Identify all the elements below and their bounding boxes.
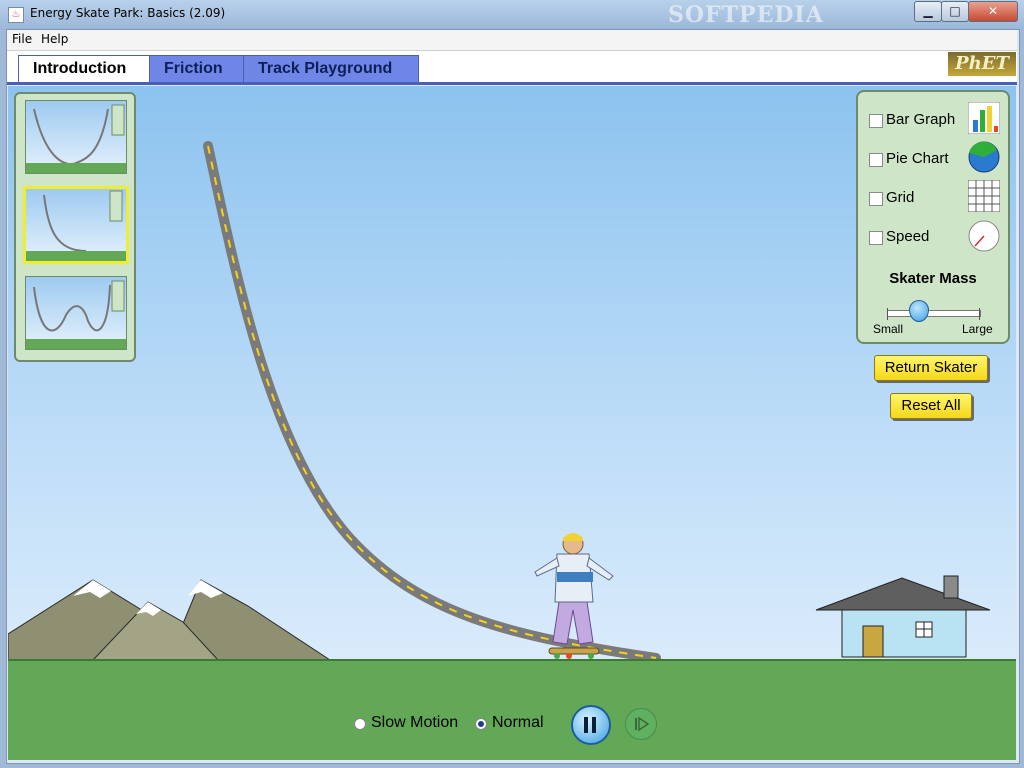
bar-graph-label[interactable]: Bar Graph bbox=[886, 111, 955, 128]
speed-checkbox[interactable] bbox=[869, 231, 883, 245]
thumbnail-track-3[interactable] bbox=[25, 276, 127, 350]
return-skater-button[interactable]: Return Skater bbox=[874, 355, 988, 381]
bar-graph-icon bbox=[968, 102, 1000, 134]
normal-label[interactable]: Normal bbox=[492, 714, 544, 732]
window-titlebar[interactable]: ♨ Energy Skate Park: Basics (2.09) SOFTP… bbox=[0, 0, 1024, 30]
skater-mass-min-label: Small bbox=[873, 322, 904, 336]
thumbnail-ground bbox=[26, 251, 126, 261]
skater-mass-title: Skater Mass bbox=[889, 270, 977, 287]
pie-chart-checkbox[interactable] bbox=[869, 153, 883, 167]
grid-label[interactable]: Grid bbox=[886, 189, 914, 206]
thumbnail-ground bbox=[26, 163, 126, 173]
window-title: Energy Skate Park: Basics (2.09) bbox=[30, 6, 226, 20]
menu-help[interactable]: Help bbox=[41, 32, 68, 46]
menu-file[interactable]: File bbox=[12, 32, 32, 46]
grid-icon bbox=[968, 180, 1000, 212]
ground bbox=[8, 659, 1016, 760]
pause-button[interactable] bbox=[571, 705, 611, 745]
pie-chart-label[interactable]: Pie Chart bbox=[886, 150, 949, 167]
tab-underline bbox=[7, 82, 1017, 85]
thumbnail-ground bbox=[26, 339, 126, 349]
speed-label[interactable]: Speed bbox=[886, 228, 929, 245]
phet-logo[interactable]: PhET bbox=[948, 52, 1016, 76]
skater-mass-max-label: Large bbox=[962, 322, 993, 336]
reset-all-button[interactable]: Reset All bbox=[890, 393, 972, 419]
thumbnail-track-1[interactable] bbox=[25, 100, 127, 174]
bar-graph-checkbox[interactable] bbox=[869, 114, 883, 128]
maximize-button[interactable]: □ bbox=[941, 1, 969, 22]
thumbnail-track-2[interactable] bbox=[23, 186, 129, 264]
step-icon bbox=[635, 716, 650, 732]
tab-introduction[interactable]: Introduction bbox=[18, 55, 154, 84]
control-panel: Bar Graph Pie Chart Grid Speed Skater Ma… bbox=[856, 90, 1010, 344]
slider-tick-min bbox=[887, 308, 888, 320]
tab-track-playground[interactable]: Track Playground bbox=[243, 55, 419, 83]
speedometer-icon bbox=[968, 220, 1000, 252]
pie-chart-icon bbox=[968, 141, 1000, 173]
tab-friction[interactable]: Friction bbox=[149, 55, 247, 83]
skater-mass-slider-thumb[interactable] bbox=[909, 300, 929, 322]
minimize-button[interactable]: ▁ bbox=[914, 1, 942, 22]
normal-radio[interactable] bbox=[475, 718, 487, 730]
menu-bar: File Help bbox=[7, 30, 1017, 51]
slow-motion-label[interactable]: Slow Motion bbox=[371, 714, 458, 732]
play-area[interactable]: Bar Graph Pie Chart Grid Speed Skater Ma… bbox=[8, 86, 1016, 760]
pause-icon-bar bbox=[592, 717, 596, 733]
skater-mass-track[interactable] bbox=[887, 310, 981, 317]
watermark: SOFTPEDIA bbox=[668, 2, 824, 28]
tab-strip: Introduction Friction Track Playground P… bbox=[7, 51, 1017, 85]
step-button[interactable] bbox=[625, 708, 657, 740]
java-app-icon: ♨ bbox=[8, 7, 24, 23]
slider-tick-max bbox=[979, 308, 980, 320]
skater[interactable] bbox=[529, 532, 619, 662]
grid-checkbox[interactable] bbox=[869, 192, 883, 206]
pause-icon-bar bbox=[584, 717, 588, 733]
close-button[interactable]: ✕ bbox=[968, 1, 1018, 22]
slow-motion-radio[interactable] bbox=[354, 718, 366, 730]
track-thumbnails bbox=[14, 92, 136, 362]
house bbox=[815, 575, 991, 658]
mountains bbox=[8, 579, 332, 661]
